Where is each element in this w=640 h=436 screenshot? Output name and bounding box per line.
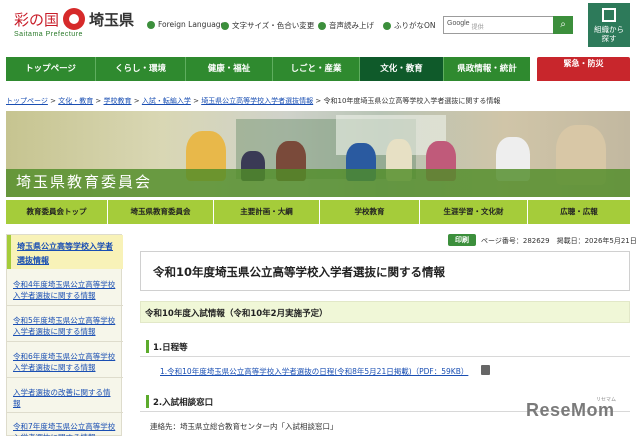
heading-accent (146, 340, 149, 353)
divider (7, 412, 123, 413)
side-nav-link[interactable]: 令和5年度埼玉県公立高等学校入学者選抜に関する情報 (13, 315, 117, 337)
divider (7, 341, 123, 342)
breadcrumb-current: 令和10年度埼玉県公立高等学校入学者選抜に関する情報 (323, 97, 501, 105)
breadcrumb-link[interactable]: 埼玉県公立高等学校入学者選抜情報 (201, 97, 313, 105)
gnav-item-work[interactable]: しごと・産業 (273, 57, 360, 81)
global-nav: トップページ くらし・環境 健康・福祉 しごと・産業 文化・教育 県政情報・統計 (6, 57, 530, 81)
side-nav-link[interactable]: 令和4年度埼玉県公立高等学校入学者選抜に関する情報 (13, 279, 117, 301)
search-placeholder: 提供 (471, 24, 484, 31)
section-heading-text: 令和10年度入試情報（令和10年2月実施予定） (145, 309, 328, 319)
breadcrumb-sep: > (190, 97, 202, 105)
site-logo[interactable]: 彩の国 埼玉県 Saitama Prefecture (14, 8, 134, 38)
contact-text: 連絡先：埼玉県立総合教育センター内「入試相談窓口」 (150, 422, 338, 431)
page-meta: ページ番号：282629 掲載日：2026年5月21日 (481, 237, 637, 245)
emergency-button[interactable]: 緊急・防災 (537, 57, 630, 81)
snav-item-plans[interactable]: 主要計画・大綱 (214, 200, 320, 224)
logo-ken: 埼玉県 (89, 10, 135, 29)
util-label: ふりがなON (394, 21, 436, 30)
site-header: 彩の国 埼玉県 Saitama Prefecture Foreign Langu… (0, 0, 640, 56)
organization-search-button[interactable]: 組織から 探す (588, 3, 630, 47)
emergency-sub (537, 70, 630, 81)
furigana-link[interactable]: ふりがなON (383, 20, 436, 31)
speaker-icon (318, 21, 326, 30)
breadcrumb-link[interactable]: トップページ (6, 97, 48, 105)
prefecture-emblem-icon (63, 8, 86, 30)
building-icon (602, 8, 616, 22)
subsection-heading-text: 2.入試相談窓口 (153, 398, 214, 408)
gnav-item-culture[interactable]: 文化・教育 (360, 57, 444, 81)
font-size-link[interactable]: 文字サイズ・色合い変更 (221, 20, 314, 31)
divider (7, 305, 123, 306)
schedule-pdf-link[interactable]: 1.令和10年度埼玉県公立高等学校入学者選抜の日程(令和8年5月21日掲載)（P… (160, 366, 468, 377)
gnav-item-government[interactable]: 県政情報・統計 (444, 57, 530, 81)
banner-image: 埼玉県教育委員会 (6, 111, 630, 197)
watermark-logo: ReseMom (526, 400, 615, 420)
speech-link[interactable]: 音声読み上げ (318, 20, 374, 31)
subsection-heading-text: 1.日程等 (153, 343, 188, 353)
snav-item-board[interactable]: 埼玉県教育委員会 (108, 200, 214, 224)
search-icon: ⌕ (560, 19, 566, 30)
print-button[interactable]: 印刷 (448, 234, 476, 246)
globe-icon (147, 20, 155, 29)
side-nav-link[interactable]: 令和6年度埼玉県公立高等学校入学者選抜に関する情報 (13, 351, 117, 373)
logo-subtitle: Saitama Prefecture (14, 31, 83, 38)
breadcrumb-sep: > (131, 97, 142, 105)
util-label: 文字サイズ・色合い変更 (232, 21, 315, 30)
page-title: 令和10年度埼玉県公立高等学校入学者選抜に関する情報 (153, 265, 446, 279)
menu-label-1: 組織から (594, 25, 624, 34)
side-nav: 埼玉県公立高等学校入学者選抜情報 令和4年度埼玉県公立高等学校入学者選抜に関する… (6, 234, 123, 436)
gnav-item-top[interactable]: トップページ (6, 57, 96, 81)
heading-accent (146, 395, 149, 408)
page-title-box: 令和10年度埼玉県公立高等学校入学者選抜に関する情報 (140, 251, 630, 291)
util-label: 音声読み上げ (329, 21, 374, 30)
emergency-label: 緊急・防災 (563, 59, 604, 68)
section-heading: 令和10年度入試情報（令和10年2月実施予定） (140, 301, 630, 323)
breadcrumb-link[interactable]: 文化・教育 (58, 97, 93, 105)
util-label: Foreign Language (158, 20, 226, 29)
banner-title: 埼玉県教育委員会 (16, 173, 153, 191)
banner-title-bar: 埼玉県教育委員会 (6, 169, 630, 197)
snav-item-lifelong[interactable]: 生涯学習・文化財 (420, 200, 528, 224)
search-brand: Google (447, 20, 470, 27)
gnav-item-health[interactable]: 健康・福祉 (186, 57, 273, 81)
section-nav: 教育委員会トップ 埼玉県教育委員会 主要計画・大綱 学校教育 生涯学習・文化財 … (6, 200, 630, 224)
breadcrumb: トップページ > 文化・教育 > 学校教育 > 入試・転編入学 > 埼玉県公立高… (6, 96, 500, 106)
breadcrumb-sep: > (47, 97, 59, 105)
side-nav-link[interactable]: 令和7年度埼玉県公立高等学校入学者選抜に関する情報 (13, 421, 117, 436)
breadcrumb-link[interactable]: 学校教育 (104, 97, 132, 105)
divider (7, 377, 123, 378)
search-button[interactable]: ⌕ (553, 16, 573, 34)
snav-item-top[interactable]: 教育委員会トップ (6, 200, 108, 224)
pdf-icon (481, 365, 490, 375)
font-size-icon (221, 21, 229, 30)
side-nav-link[interactable]: 入学者選抜の改善に関する情報 (13, 387, 117, 409)
breadcrumb-link[interactable]: 入試・転編入学 (142, 97, 191, 105)
snav-item-pr[interactable]: 広聴・広報 (528, 200, 630, 224)
menu-label-2: 探す (601, 34, 617, 43)
subsection-heading-schedule: 1.日程等 (140, 337, 630, 357)
breadcrumb-sep: > (93, 97, 104, 105)
side-nav-head[interactable]: 埼玉県公立高等学校入学者選抜情報 (7, 235, 123, 269)
breadcrumb-sep: > (313, 97, 324, 105)
snav-item-school[interactable]: 学校教育 (320, 200, 420, 224)
logo-kuni: 彩の国 (14, 10, 60, 29)
furigana-icon (383, 21, 391, 30)
gnav-item-life[interactable]: くらし・環境 (96, 57, 186, 81)
foreign-language-link[interactable]: Foreign Language (147, 20, 225, 29)
